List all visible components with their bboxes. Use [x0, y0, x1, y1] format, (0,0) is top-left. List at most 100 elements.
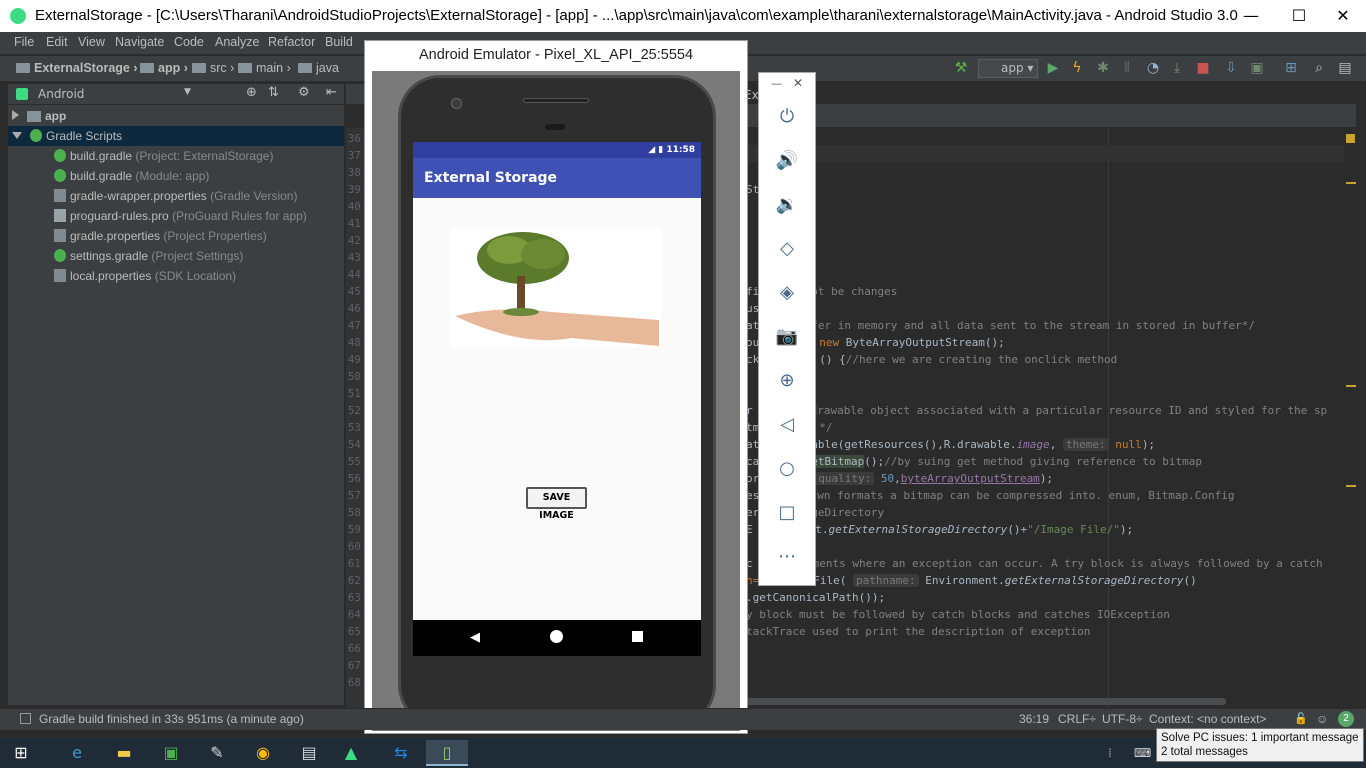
- chrome-icon[interactable]: ◉: [242, 740, 284, 766]
- rotate-right-icon[interactable]: ◈: [775, 281, 799, 305]
- project-tree: app Gradle Scripts build.gradle (Project…: [8, 105, 344, 705]
- file-encoding[interactable]: UTF-8÷: [1102, 712, 1143, 726]
- tree-item-proguard-rules[interactable]: proguard-rules.pro (ProGuard Rules for a…: [8, 206, 344, 226]
- breadcrumb-project[interactable]: ExternalStorage ›: [16, 61, 138, 75]
- volume-up-icon[interactable]: 🔊: [775, 149, 799, 173]
- breadcrumb-src[interactable]: src ›: [192, 61, 234, 75]
- tree-item-build-gradle-project[interactable]: build.gradle (Project: ExternalStorage): [8, 146, 344, 166]
- gradle-icon: [54, 169, 66, 182]
- line-number: 64: [348, 609, 361, 621]
- menu-view[interactable]: View: [78, 35, 105, 49]
- back-icon[interactable]: ◁: [775, 413, 799, 437]
- horizontal-scrollbar[interactable]: [744, 698, 1226, 705]
- tree-item-gradle-scripts[interactable]: Gradle Scripts: [8, 126, 344, 146]
- minimize-icon[interactable]: —: [771, 77, 782, 90]
- tree-item-settings-gradle[interactable]: settings.gradle (Project Settings): [8, 246, 344, 266]
- tree-item-gradle-properties[interactable]: gradle.properties (Project Properties): [8, 226, 344, 246]
- context-indicator[interactable]: Context: <no context>: [1149, 712, 1266, 726]
- emulator-window[interactable]: Android Emulator - Pixel_XL_API_25:5554 …: [364, 40, 748, 734]
- line-number: 62: [348, 575, 361, 587]
- home-icon[interactable]: ○: [775, 457, 799, 481]
- zoom-icon[interactable]: ⊕: [775, 369, 799, 393]
- inspector-icon[interactable]: ☺: [1316, 712, 1328, 726]
- coverage-icon[interactable]: ⤓: [1168, 60, 1186, 76]
- line-separator[interactable]: CRLF÷: [1058, 712, 1096, 726]
- keyboard-icon[interactable]: ⌨: [1134, 746, 1151, 760]
- android-studio-taskbar-icon[interactable]: ▲: [330, 740, 372, 766]
- minimize-button[interactable]: —: [1228, 2, 1274, 30]
- search-icon[interactable]: ⌕: [1310, 60, 1328, 76]
- teamviewer-icon[interactable]: ⇆: [380, 740, 422, 766]
- event-log-badge[interactable]: 2: [1338, 711, 1354, 727]
- menu-navigate[interactable]: Navigate: [115, 35, 164, 49]
- breadcrumb-java[interactable]: java: [298, 61, 339, 75]
- volume-down-icon[interactable]: 🔉: [775, 193, 799, 217]
- line-number: 45: [348, 286, 361, 298]
- rotate-left-icon[interactable]: ◇: [775, 237, 799, 261]
- breadcrumb-main[interactable]: main ›: [238, 61, 291, 75]
- close-button[interactable]: ✕: [1320, 2, 1366, 30]
- sdk-manager-icon[interactable]: ▣: [1248, 60, 1266, 76]
- windows-start-icon[interactable]: ⊞: [0, 740, 42, 766]
- sync-gradle-icon[interactable]: ⇩: [1222, 60, 1240, 76]
- menu-edit[interactable]: Edit: [46, 35, 68, 49]
- folder-icon: [140, 63, 154, 73]
- project-view-selector[interactable]: Android ▼ ⊕ ⇅ ⚙ ⇤: [8, 84, 344, 104]
- close-icon[interactable]: ✕: [793, 76, 803, 90]
- locate-icon[interactable]: ⊕: [246, 85, 257, 100]
- hide-panel-icon[interactable]: ⇤: [326, 85, 337, 100]
- code-line: tackTrace used to print the description …: [746, 625, 1091, 638]
- save-image-button[interactable]: SAVE IMAGE: [526, 487, 587, 521]
- tree-item-local-properties[interactable]: local.properties (SDK Location): [8, 266, 344, 286]
- store-icon[interactable]: ▣: [150, 740, 192, 766]
- toggle-tool-windows-icon[interactable]: [20, 713, 31, 724]
- action-center-notification[interactable]: Solve PC issues: 1 important message 2 t…: [1156, 728, 1364, 762]
- warning-marker[interactable]: [1346, 385, 1356, 387]
- debug-icon[interactable]: ✱: [1094, 60, 1112, 76]
- project-structure-icon[interactable]: ⊞: [1282, 60, 1300, 76]
- device-screen[interactable]: ◢ ▮ 11:58 External Storage SAVE IMAGE ◀: [413, 142, 701, 656]
- stop-icon[interactable]: ■: [1194, 60, 1212, 76]
- tree-item-build-gradle-module[interactable]: build.gradle (Module: app): [8, 166, 344, 186]
- layout-icon[interactable]: ▤: [1336, 60, 1354, 76]
- overview-icon[interactable]: □: [775, 501, 799, 525]
- gear-icon[interactable]: ⚙: [298, 85, 310, 100]
- menu-refactor[interactable]: Refactor: [268, 35, 315, 49]
- lock-icon[interactable]: 🔓: [1294, 712, 1308, 725]
- inspection-indicator[interactable]: [1346, 134, 1355, 143]
- caret-position[interactable]: 36:19: [1019, 712, 1049, 726]
- recents-nav-icon[interactable]: [632, 631, 643, 642]
- file-explorer-icon[interactable]: ▬: [103, 740, 145, 766]
- gradle-icon: [54, 149, 66, 162]
- internet-explorer-icon[interactable]: e: [56, 740, 98, 766]
- home-nav-icon[interactable]: [550, 630, 563, 643]
- back-nav-icon[interactable]: ◀: [470, 630, 480, 645]
- tree-item-gradle-wrapper[interactable]: gradle-wrapper.properties (Gradle Versio…: [8, 186, 344, 206]
- paint-icon[interactable]: ✎: [196, 740, 238, 766]
- tree-item-app[interactable]: app: [8, 106, 344, 126]
- power-icon[interactable]: ⏻: [775, 105, 799, 129]
- maximize-button[interactable]: ☐: [1276, 2, 1322, 30]
- line-number: 47: [348, 320, 361, 332]
- warning-marker[interactable]: [1346, 182, 1356, 184]
- camera-icon[interactable]: 📷: [775, 325, 799, 349]
- more-icon[interactable]: ⋯: [775, 545, 799, 569]
- menu-file[interactable]: File: [14, 35, 34, 49]
- menu-analyze[interactable]: Analyze: [215, 35, 259, 49]
- build-hammer-icon[interactable]: ⚒: [952, 60, 970, 76]
- menu-build[interactable]: Build: [325, 35, 353, 49]
- notepad-icon[interactable]: ▤: [288, 740, 330, 766]
- show-hidden-icons[interactable]: ⁞: [1108, 746, 1112, 760]
- line-number: 42: [348, 235, 361, 247]
- attach-debugger-icon[interactable]: ⫴: [1118, 60, 1136, 76]
- breadcrumb-app[interactable]: app ›: [140, 61, 188, 75]
- run-icon[interactable]: ▶: [1044, 60, 1062, 76]
- status-message[interactable]: Gradle build finished in 33s 951ms (a mi…: [39, 712, 304, 726]
- profile-icon[interactable]: ◔: [1144, 60, 1162, 76]
- menu-code[interactable]: Code: [174, 35, 204, 49]
- apply-changes-icon[interactable]: ϟ: [1068, 60, 1086, 76]
- warning-marker[interactable]: [1346, 485, 1356, 487]
- collapse-icon[interactable]: ⇅: [268, 85, 279, 100]
- emulator-taskbar-icon[interactable]: ▯: [426, 740, 468, 766]
- run-config-dropdown[interactable]: app ▾: [978, 59, 1038, 78]
